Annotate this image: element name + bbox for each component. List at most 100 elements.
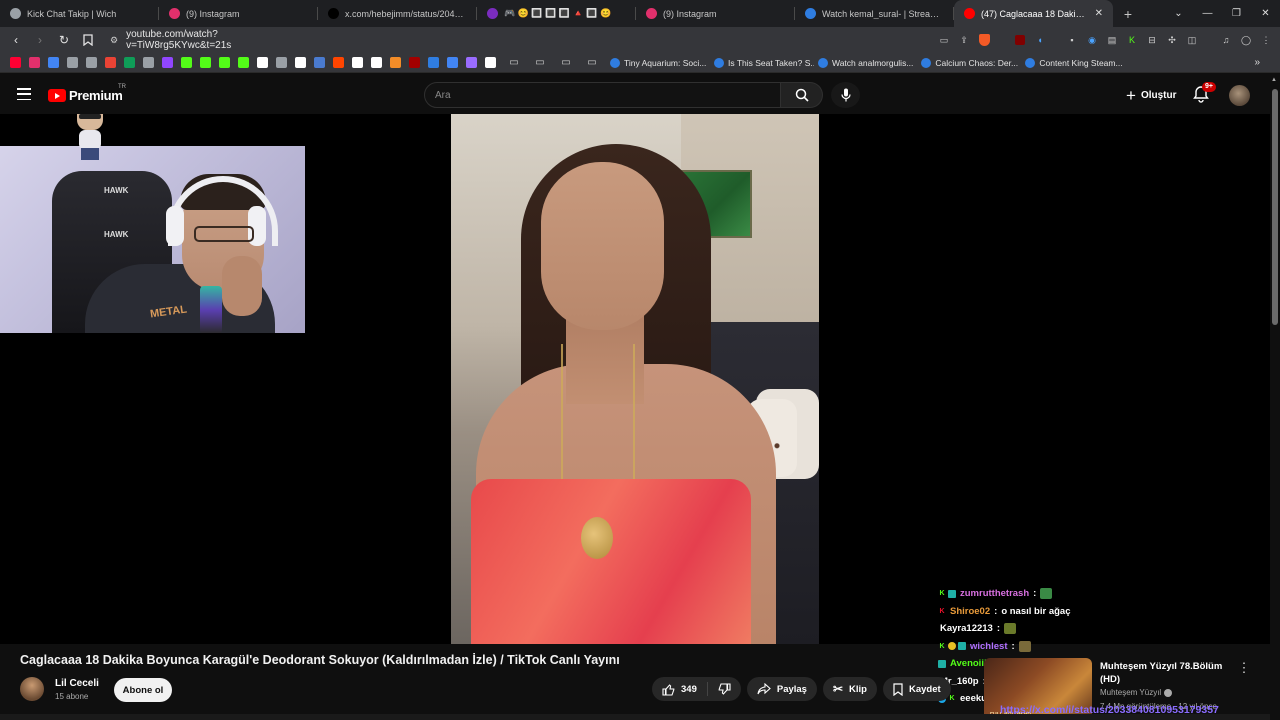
bookmark-favicon-icon (1025, 57, 1036, 68)
folder-icon[interactable]: ▭ (554, 55, 578, 71)
close-tab-icon[interactable]: ✕ (1095, 8, 1103, 19)
bookmark-item[interactable]: Watch analmorgulis... (814, 57, 917, 68)
chat-message: K Shiroe02: o nasıl bir ağaç (939, 605, 1071, 617)
bookmark-favicon-icon[interactable] (158, 55, 177, 71)
menu-icon[interactable]: ⋮ (1258, 32, 1274, 48)
bookmark-favicon-icon[interactable] (215, 55, 234, 71)
tab-search-icon[interactable]: ⌄ (1164, 8, 1193, 19)
channel-name[interactable]: Lil Ceceli (55, 678, 99, 689)
profile-icon[interactable]: ◯ (1238, 32, 1254, 48)
bookmark-favicon-icon[interactable] (367, 55, 386, 71)
folder-icon[interactable]: ▭ (580, 55, 604, 71)
chair-brand-text: HAWK (104, 230, 129, 239)
share-icon[interactable]: ⇪ (956, 32, 972, 48)
forward-button[interactable]: › (30, 30, 50, 50)
bookmark-item[interactable]: Content King Steam... (1021, 57, 1125, 68)
folder-icon[interactable]: ▭ (528, 55, 552, 71)
bookmark-favicon-icon[interactable] (25, 55, 44, 71)
scroll-thumb[interactable] (1272, 89, 1278, 325)
bookmark-favicon-icon[interactable] (291, 55, 310, 71)
media-control-icon[interactable]: ♫ (1218, 32, 1234, 48)
share-button[interactable]: Paylaş (746, 677, 817, 701)
browser-tab[interactable]: x.com/hebejimm/status/204296000 (318, 0, 477, 27)
search-bar (424, 82, 823, 108)
bookmark-favicon-icon[interactable] (234, 55, 253, 71)
subscribe-button[interactable]: Abone ol (114, 678, 172, 702)
bookmark-favicon-icon[interactable] (443, 55, 462, 71)
audio-extension-icon[interactable]: ◖ (1032, 32, 1048, 48)
bookmark-favicon-icon[interactable] (310, 55, 329, 71)
save-label: Kaydet (909, 683, 941, 695)
tab-title: 🎮 😊 🔳 🔳 🔳 🔺 🔳 😊 (504, 8, 612, 18)
sheets-extension-icon[interactable]: K (1124, 32, 1140, 48)
puzzle-extensions-icon[interactable]: ✣ (1164, 32, 1180, 48)
brave-shield-icon[interactable] (976, 32, 992, 48)
clip-button[interactable]: ✂ Klip (822, 677, 877, 701)
bookmark-favicon-icon[interactable] (6, 55, 25, 71)
like-button[interactable]: 349 (652, 677, 707, 701)
browser-tab[interactable]: (47) Caglacaaa 18 Dakika Bo ✕ (954, 0, 1113, 27)
bookmark-favicon-icon[interactable] (272, 55, 291, 71)
bookmark-favicon-icon[interactable] (348, 55, 367, 71)
browser-tab[interactable]: (9) Instagram (159, 0, 318, 27)
bookmark-favicon-icon[interactable] (386, 55, 405, 71)
bookmark-favicon-icon[interactable] (120, 55, 139, 71)
search-input[interactable] (424, 82, 781, 108)
bookmark-favicon-icon[interactable] (329, 55, 348, 71)
bookmark-favicon-icon[interactable] (63, 55, 82, 71)
bookmark-favicon-icon[interactable] (424, 55, 443, 71)
dislike-button[interactable] (708, 677, 741, 701)
save-button[interactable]: Kaydet (883, 677, 951, 701)
youtube-logo[interactable]: Premium (48, 88, 123, 103)
browser-tab[interactable]: Kick Chat Takip | Wich (0, 0, 159, 27)
bookmark-favicon-icon[interactable] (253, 55, 272, 71)
bookmark-favicon-icon[interactable] (177, 55, 196, 71)
chat-message: Kwichlest: (938, 638, 1258, 656)
bookmark-favicon-icon[interactable] (462, 55, 481, 71)
reload-button[interactable]: ↻ (54, 30, 74, 50)
channel-avatar[interactable] (20, 677, 44, 701)
browser-tab[interactable]: Watch kemal_sural- | Streamable (795, 0, 954, 27)
maximize-button[interactable]: ❐ (1222, 8, 1251, 19)
bookmark-favicon-icon[interactable] (82, 55, 101, 71)
ublock-icon[interactable] (1012, 32, 1028, 48)
bookmark-item[interactable]: Calcium Chaos: Der... (917, 57, 1021, 68)
new-tab-button[interactable]: + (1113, 0, 1143, 27)
close-window-button[interactable]: ✕ (1251, 8, 1280, 19)
more-bookmarks-icon[interactable]: » (1254, 57, 1274, 68)
create-button[interactable]: + Oluştur (1118, 84, 1185, 106)
user-avatar[interactable] (1229, 85, 1250, 106)
cast-icon[interactable]: ▭ (936, 32, 952, 48)
suggested-video-channel[interactable]: Muhteşem Yüzyıl (1100, 688, 1173, 697)
bookmark-item[interactable]: Tiny Aquarium: Soci... (606, 57, 710, 68)
dark-extension-icon[interactable]: ▪ (1064, 32, 1080, 48)
suggested-video-title[interactable]: Muhteşem Yüzyıl 78.Bölüm (HD) (1100, 660, 1228, 686)
back-button[interactable]: ‹ (6, 30, 26, 50)
bookmark-favicon-icon[interactable] (139, 55, 158, 71)
translate-extension-icon[interactable]: ◉ (1084, 32, 1100, 48)
tab-manager-extension-icon[interactable]: ▤ (1104, 32, 1120, 48)
menu-icon[interactable] (17, 88, 31, 100)
scroll-up-icon[interactable]: ▲ (1271, 77, 1277, 83)
voice-search-button[interactable] (831, 82, 860, 108)
bookmark-favicon-icon[interactable] (44, 55, 63, 71)
browser-tab[interactable]: 🎮 😊 🔳 🔳 🔳 🔺 🔳 😊 (477, 0, 636, 27)
bookmark-favicon-icon[interactable] (196, 55, 215, 71)
browser-tab[interactable]: (9) Instagram (636, 0, 795, 27)
bookmark-favicon-icon[interactable] (481, 55, 500, 71)
bookmark-item[interactable]: Is This Seat Taken? S... (710, 57, 814, 68)
search-button[interactable] (781, 82, 823, 108)
bookmark-favicon-icon[interactable] (405, 55, 424, 71)
folder-icon[interactable]: ▭ (502, 55, 526, 71)
minimize-button[interactable]: — (1193, 8, 1222, 19)
more-options-icon[interactable]: ⋮ (1234, 658, 1254, 678)
page-scrollbar[interactable]: ▲ (1270, 75, 1280, 720)
video-player[interactable]: HAWK HAWK METAL (0, 114, 1270, 644)
bookmark-page-icon[interactable] (78, 30, 98, 50)
download-extension-icon[interactable]: ⊟ (1144, 32, 1160, 48)
sidebar-icon[interactable]: ◫ (1184, 32, 1200, 48)
site-info-icon[interactable]: ⚙ (110, 35, 118, 46)
url-field[interactable]: ⚙ youtube.com/watch?v=TiW8rg5KYwc&t=21s (102, 29, 302, 51)
game-icon (487, 8, 498, 19)
bookmark-favicon-icon[interactable] (101, 55, 120, 71)
